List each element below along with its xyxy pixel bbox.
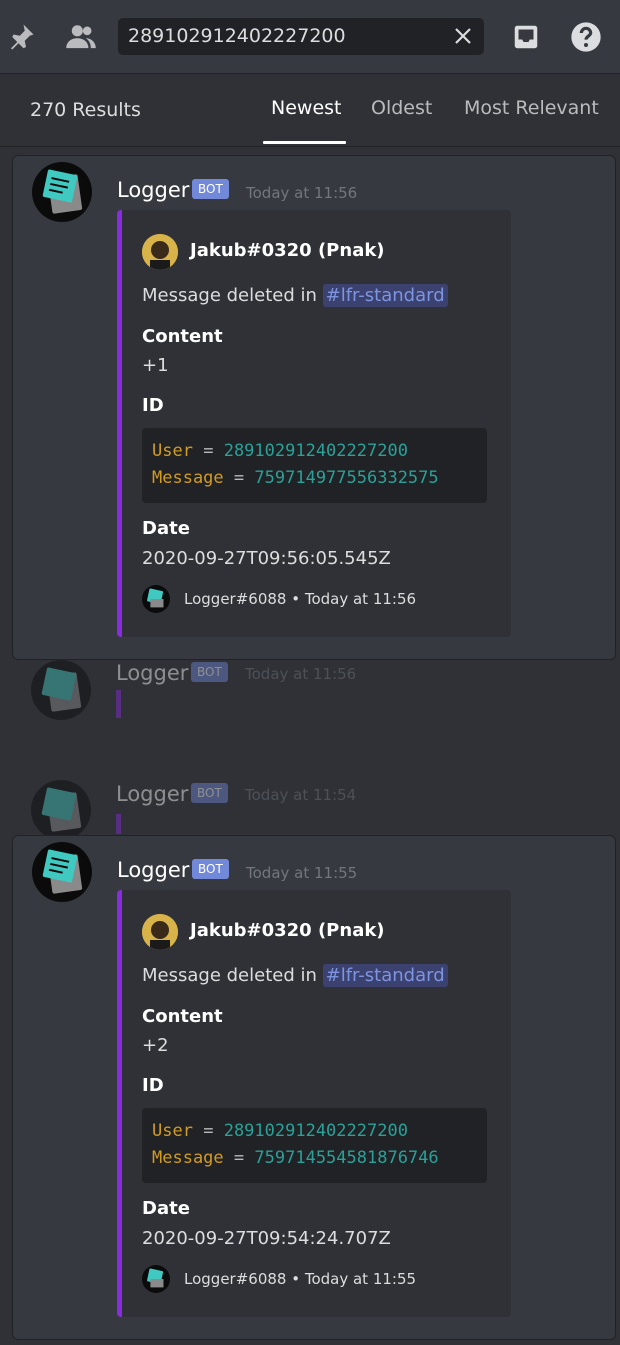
logger-avatar[interactable] <box>32 162 92 222</box>
user-avatar[interactable] <box>142 914 178 950</box>
tab-most-relevant[interactable]: Most Relevant <box>464 97 599 119</box>
embed-footer: Logger#6088 • Today at 11:56 <box>184 590 417 608</box>
message-timestamp: Today at 11:56 <box>246 184 358 202</box>
help-icon[interactable] <box>568 19 604 55</box>
message-timestamp: Today at 11:54 <box>245 786 357 804</box>
bot-badge: BOT <box>191 783 228 803</box>
message-embed: Jakub#0320 (Pnak) Message deleted in #lf… <box>117 210 511 637</box>
active-tab-indicator <box>263 141 346 144</box>
description-text: Message deleted in <box>142 285 323 306</box>
embed-bar <box>116 690 121 718</box>
search-result[interactable]: Logger BOT Today at 11:55 Jakub#0320 (Pn… <box>12 835 616 1340</box>
embed-description: Message deleted in #lfr-standard <box>142 964 448 987</box>
footer-logger-icon <box>142 1265 170 1293</box>
id-codeblock: User = 289102912402227200 Message = 7597… <box>142 428 487 503</box>
search-input[interactable]: 289102912402227200 <box>118 18 484 55</box>
message-timestamp: Today at 11:55 <box>246 864 358 882</box>
embed-description: Message deleted in #lfr-standard <box>142 284 448 307</box>
description-text: Message deleted in <box>142 965 323 986</box>
field-id-label: ID <box>142 395 164 416</box>
field-content-value: +1 <box>142 355 169 376</box>
results-header: 270 Results Newest Oldest Most Relevant <box>0 75 620 147</box>
embed-bar <box>116 814 121 834</box>
field-date-label: Date <box>142 518 190 539</box>
field-content-label: Content <box>142 1006 223 1027</box>
context-message: Logger BOT Today at 11:56 <box>0 660 620 780</box>
user-avatar[interactable] <box>142 234 178 270</box>
bot-badge: BOT <box>191 662 228 682</box>
members-icon[interactable] <box>63 19 99 55</box>
search-header: 289102912402227200 <box>0 0 620 74</box>
user-key: User <box>152 1121 193 1141</box>
id-codeblock: User = 289102912402227200 Message = 7597… <box>142 1108 487 1183</box>
message-key: Message <box>152 468 224 488</box>
search-result[interactable]: Logger BOT Today at 11:56 Jakub#0320 (Pn… <box>12 155 616 660</box>
logger-avatar <box>31 660 91 720</box>
user-id: 289102912402227200 <box>223 441 408 461</box>
message-id: 759714554581876746 <box>254 1148 439 1168</box>
footer-logger-icon <box>142 585 170 613</box>
message-author: Logger <box>116 782 189 806</box>
result-count: 270 Results <box>30 99 141 121</box>
message-id: 759714977556332575 <box>254 468 439 488</box>
message-author[interactable]: Logger <box>117 858 189 882</box>
message-embed: Jakub#0320 (Pnak) Message deleted in #lf… <box>117 890 511 1317</box>
embed-author[interactable]: Jakub#0320 (Pnak) <box>190 240 385 261</box>
logger-avatar <box>31 780 91 840</box>
message-author: Logger <box>116 661 189 685</box>
bot-badge: BOT <box>192 179 229 199</box>
logger-avatar[interactable] <box>32 842 92 902</box>
clear-icon[interactable] <box>448 21 478 51</box>
bot-badge: BOT <box>192 859 229 879</box>
channel-mention[interactable]: #lfr-standard <box>322 964 448 987</box>
tab-newest[interactable]: Newest <box>271 97 341 119</box>
user-id: 289102912402227200 <box>223 1121 408 1141</box>
message-timestamp: Today at 11:56 <box>245 665 357 683</box>
context-message: Logger BOT Today at 11:54 <box>0 778 620 840</box>
user-key: User <box>152 441 193 461</box>
embed-footer: Logger#6088 • Today at 11:55 <box>184 1270 417 1288</box>
inbox-icon[interactable] <box>508 19 544 55</box>
field-date-value: 2020-09-27T09:54:24.707Z <box>142 1228 391 1249</box>
search-query[interactable]: 289102912402227200 <box>128 25 346 47</box>
pin-icon[interactable] <box>3 19 39 55</box>
field-date-label: Date <box>142 1198 190 1219</box>
message-key: Message <box>152 1148 224 1168</box>
field-date-value: 2020-09-27T09:56:05.545Z <box>142 548 391 569</box>
tab-oldest[interactable]: Oldest <box>371 97 432 119</box>
field-id-label: ID <box>142 1075 164 1096</box>
channel-mention[interactable]: #lfr-standard <box>322 284 448 307</box>
embed-author[interactable]: Jakub#0320 (Pnak) <box>190 920 385 941</box>
message-author[interactable]: Logger <box>117 178 189 202</box>
field-content-value: +2 <box>142 1035 169 1056</box>
field-content-label: Content <box>142 326 223 347</box>
